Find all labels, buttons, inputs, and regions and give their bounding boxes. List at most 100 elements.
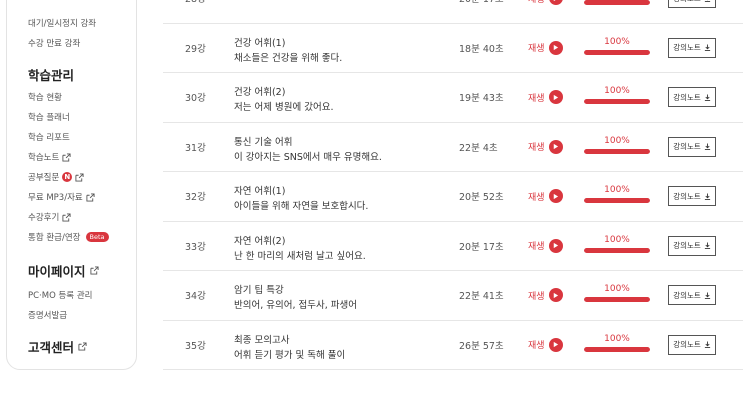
section-title-learning: 학습관리 (28, 68, 75, 83)
lecture-duration: 20분 52초 (459, 192, 504, 204)
progress-bar (584, 247, 650, 253)
progress-bar (584, 346, 650, 352)
play-button[interactable]: 재생 (528, 337, 563, 352)
play-label: 재생 (528, 291, 545, 302)
lecture-title-main: 건강 어휘(1) (234, 37, 286, 49)
progress-text: 100% (604, 234, 630, 245)
progress: 100% (584, 37, 650, 55)
sidebar-item-certificates[interactable]: 증명서발급 (28, 309, 67, 321)
sidebar-link-expired-courses[interactable]: 수강 만료 강좌 (28, 37, 80, 49)
download-icon (704, 292, 710, 299)
lecture-title: 통신 기술 어휘 이 강아지는 SNS에서 매우 유명해요. (234, 135, 382, 165)
sidebar-item-questions[interactable]: 공부질문 N (28, 171, 84, 183)
download-icon (704, 94, 710, 101)
sidebar-item-report[interactable]: 학습 리포트 (28, 131, 70, 143)
lecture-note-button[interactable]: 강의노트 (668, 37, 716, 58)
note-label: 강의노트 (673, 142, 701, 152)
lecture-number: 28강 (185, 0, 206, 5)
download-icon (704, 0, 710, 2)
download-icon (704, 341, 710, 349)
sidebar-item-learning-status[interactable]: 학습 현황 (28, 91, 62, 103)
lecture-note-button[interactable]: 강의노트 (668, 235, 716, 256)
note-label: 강의노트 (673, 290, 701, 300)
play-button[interactable]: 재생 (528, 40, 563, 55)
lecture-duration: 19분 43초 (459, 93, 504, 105)
lecture-title-main: 자연 어휘(1) (234, 186, 286, 197)
lecture-number: 35강 (185, 340, 206, 352)
sidebar-item-planner[interactable]: 학습 플래너 (28, 111, 70, 123)
lecture-duration: 18분 40초 (459, 43, 504, 55)
play-button[interactable]: 재생 (528, 139, 563, 154)
lecture-title-sub: 나는 많은 돈을 저축해 왔어. (234, 0, 345, 1)
play-label: 재생 (528, 93, 545, 104)
sidebar-item-study-notes[interactable]: 학습노트 (28, 151, 71, 163)
play-button[interactable]: 재생 (528, 0, 563, 6)
external-link-icon (62, 152, 71, 162)
play-label: 재생 (528, 192, 545, 203)
table-row: 28강 나는 많은 돈을 저축해 왔어. 20분 17초 재생 100% 강의노… (163, 0, 743, 24)
play-button[interactable]: 재생 (528, 189, 563, 204)
lecture-number: 34강 (185, 291, 206, 303)
lecture-title-main: 암기 팁 특강 (234, 285, 284, 296)
play-icon (548, 238, 563, 253)
sidebar-item-free-mp3[interactable]: 무료 MP3/자료 (28, 191, 95, 203)
play-icon (548, 288, 563, 303)
note-label: 강의노트 (673, 241, 701, 251)
section-title-customer-center[interactable]: 고객센터 (28, 337, 87, 356)
play-button[interactable]: 재생 (528, 238, 563, 253)
lecture-title-sub: 저는 어제 병원에 갔어요. (234, 102, 334, 113)
progress-text: 100% (604, 333, 630, 344)
sidebar-item-refund-extension[interactable]: 통합 환급/연장 Beta (28, 231, 109, 243)
download-icon (704, 193, 710, 200)
progress-fill (584, 198, 650, 203)
lecture-number: 31강 (185, 142, 206, 154)
lecture-title: 건강 어휘(1) 채소들은 건강을 위해 좋다. (234, 36, 342, 66)
note-label: 강의노트 (673, 0, 701, 4)
lecture-duration: 20분 17초 (459, 241, 504, 253)
play-button[interactable]: 재생 (528, 288, 563, 303)
progress-fill (584, 0, 650, 5)
note-label: 강의노트 (673, 191, 701, 201)
lecture-note-button[interactable]: 강의노트 (668, 285, 716, 306)
lecture-note-button[interactable]: 강의노트 (668, 334, 716, 355)
progress-text: 100% (604, 86, 630, 96)
lecture-title-sub: 아이들을 위해 자연을 보호합시다. (234, 201, 369, 212)
lecture-title-main: 최종 모의고사 (234, 334, 290, 346)
play-label: 재생 (528, 0, 545, 5)
lecture-number: 33강 (185, 241, 206, 253)
lecture-note-button[interactable]: 강의노트 (668, 0, 716, 9)
sidebar-item-reviews[interactable]: 수강후기 (28, 211, 71, 223)
lecture-duration: 26분 57초 (459, 340, 504, 352)
progress-bar (584, 99, 650, 104)
play-icon (548, 40, 563, 55)
table-row: 34강 암기 팁 특강 반의어, 유의어, 접두사, 파생어 22분 41초 재… (163, 271, 743, 321)
lecture-title-sub: 난 한 마리의 새처럼 날고 싶어요. (234, 250, 366, 262)
progress-fill (584, 247, 650, 253)
progress: 100% (584, 185, 650, 203)
table-row: 31강 통신 기술 어휘 이 강아지는 SNS에서 매우 유명해요. 22분 4… (163, 123, 743, 172)
lecture-note-button[interactable]: 강의노트 (668, 186, 716, 207)
lecture-title: 암기 팁 특강 반의어, 유의어, 접두사, 파생어 (234, 283, 357, 313)
table-row: 33강 자연 어휘(2) 난 한 마리의 새처럼 날고 싶어요. 20분 17초… (163, 222, 743, 271)
external-link-icon (86, 192, 95, 202)
progress-bar (584, 148, 650, 154)
progress-fill (584, 99, 650, 104)
sidebar-link-paused-courses[interactable]: 대기/일시정지 강좌 (28, 17, 96, 29)
play-button[interactable]: 재생 (528, 90, 563, 105)
lecture-note-button[interactable]: 강의노트 (668, 87, 716, 108)
sidebar-item-device-management[interactable]: PC·MO 등록 관리 (28, 289, 92, 301)
section-title-mypage[interactable]: 마이페이지 (28, 261, 99, 280)
download-icon (704, 143, 710, 151)
play-icon (548, 90, 563, 105)
progress: 100% (584, 334, 650, 352)
lecture-note-button[interactable]: 강의노트 (668, 136, 716, 157)
progress-text: 100% (604, 36, 630, 47)
external-link-icon (78, 342, 87, 351)
progress-text: 100% (604, 185, 630, 195)
beta-badge: Beta (85, 232, 109, 242)
lecture-title: 건강 어휘(2) 저는 어제 병원에 갔어요. (234, 85, 333, 115)
note-label: 강의노트 (673, 340, 701, 350)
table-row: 35강 최종 모의고사 어휘 듣기 평가 및 독해 풀이 26분 57초 재생 … (163, 321, 743, 370)
lecture-title: 나는 많은 돈을 저축해 왔어. (234, 0, 345, 1)
sidebar: 대기/일시정지 강좌 수강 만료 강좌 학습관리 학습 현황 학습 플래너 학습… (6, 0, 137, 370)
